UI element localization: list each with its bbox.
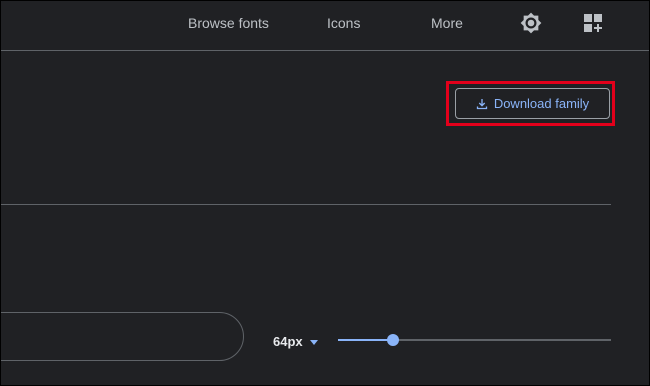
caret-down-icon — [309, 339, 318, 345]
download-family-label: Download family — [493, 96, 590, 111]
nav-more[interactable]: More — [431, 14, 463, 32]
font-size-slider[interactable] — [338, 332, 611, 348]
slider-thumb[interactable] — [386, 334, 399, 346]
preview-text-input[interactable] — [1, 312, 244, 361]
theme-toggle-button[interactable] — [520, 12, 542, 34]
slider-fill — [338, 339, 393, 341]
nav-icons[interactable]: Icons — [327, 14, 360, 32]
top-navigation-bar: Browse fonts Icons More — [1, 1, 649, 51]
download-family-button[interactable]: Download family — [455, 88, 610, 119]
nav-browse-fonts[interactable]: Browse fonts — [188, 14, 269, 32]
app-window: Browse fonts Icons More Download family — [0, 0, 650, 386]
font-size-dropdown[interactable]: 64px — [273, 334, 318, 350]
brightness-icon — [520, 12, 542, 34]
apps-grid-icon — [584, 14, 602, 32]
font-size-value: 64px — [273, 334, 303, 349]
download-icon — [476, 98, 487, 109]
section-divider — [1, 204, 611, 205]
apps-grid-button[interactable] — [582, 12, 604, 34]
